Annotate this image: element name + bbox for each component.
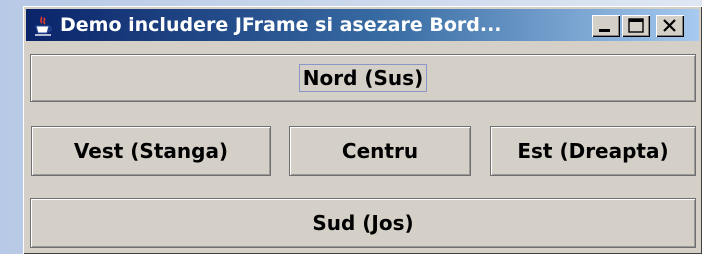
north-button[interactable]: Nord (Sus) bbox=[30, 54, 696, 102]
close-icon bbox=[663, 19, 676, 32]
minimize-button[interactable] bbox=[592, 15, 620, 37]
east-button[interactable]: Est (Dreapta) bbox=[490, 126, 696, 176]
maximize-icon bbox=[628, 18, 644, 33]
south-button[interactable]: Sud (Jos) bbox=[30, 198, 696, 248]
minimize-icon bbox=[599, 29, 610, 32]
java-cup-icon bbox=[32, 15, 54, 37]
window-title: Demo includere JFrame si asezare Bord... bbox=[60, 14, 502, 36]
title-bar[interactable]: Demo includere JFrame si asezare Bord... bbox=[26, 9, 699, 41]
north-button-label: Nord (Sus) bbox=[298, 64, 428, 92]
center-button-label: Centru bbox=[341, 139, 419, 163]
jframe-window: Demo includere JFrame si asezare Bord...… bbox=[23, 6, 702, 254]
close-button[interactable] bbox=[656, 15, 684, 37]
east-button-label: Est (Dreapta) bbox=[517, 139, 669, 163]
center-button[interactable]: Centru bbox=[289, 126, 471, 176]
maximize-button[interactable] bbox=[622, 15, 650, 37]
south-button-label: Sud (Jos) bbox=[312, 211, 414, 235]
west-button-label: Vest (Stanga) bbox=[73, 139, 229, 163]
west-button[interactable]: Vest (Stanga) bbox=[31, 126, 271, 176]
